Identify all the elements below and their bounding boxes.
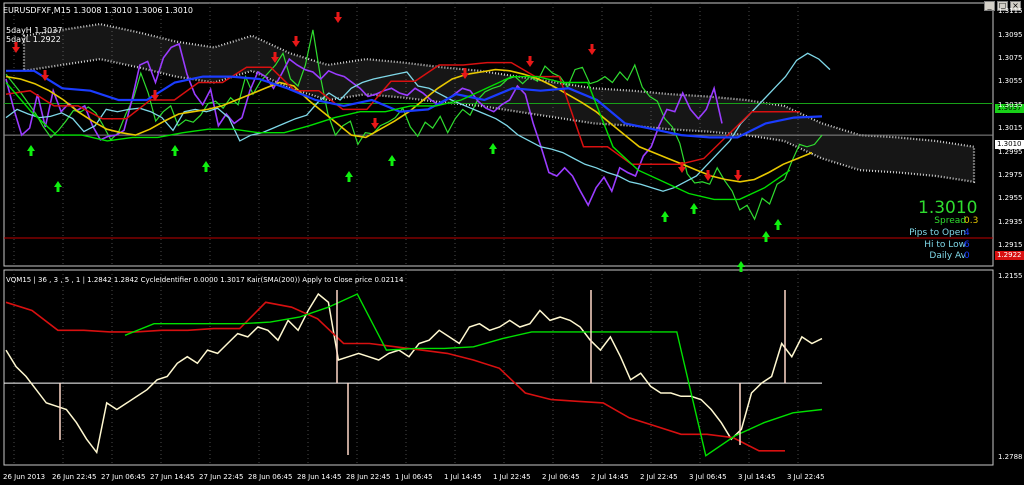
time-tick: 2 Jul 06:45 [542,473,580,481]
time-tick: 27 Jun 14:45 [150,473,195,481]
info-value-pips: 4 [964,228,970,238]
time-tick: 2 Jul 22:45 [640,473,678,481]
info-value-daily: 0 [964,251,970,261]
sell-arrow [734,170,742,181]
sell-arrow [334,12,342,23]
main-y-tick: 1.2915 [998,241,1023,250]
buy-arrow [690,203,698,214]
time-tick: 1 Jul 14:45 [444,473,482,481]
info-label-daily: Daily Av [929,251,966,261]
time-tick: 3 Jul 06:45 [689,473,727,481]
main-y-tick: 1.3075 [998,54,1023,63]
main-y-tick: 1.3055 [998,77,1023,86]
main-y-tick: 1.2975 [998,170,1023,179]
buy-arrow [774,219,782,230]
sell-arrow [292,36,300,47]
main-y-tick: 1.3095 [998,30,1023,39]
main-y-tick: 1.2955 [998,194,1023,203]
time-tick: 3 Jul 22:45 [787,473,825,481]
time-tick: 28 Jun 14:45 [297,473,342,481]
chart-window: _ □ × EURUSDFXF,M15 1.3008 1.3010 1.3006… [0,0,1024,485]
cloud-fill [24,24,974,182]
buy-arrow [388,155,396,166]
main-y-tick: 1.2935 [998,217,1023,226]
sub-y-tick: 1.2155 [998,272,1023,280]
main-y-tick: 1.2995 [998,147,1023,156]
time-tick: 27 Jun 22:45 [199,473,244,481]
info-label-pips: Pips to Open [909,228,966,238]
sell-arrow [371,118,379,129]
buy-arrow [54,181,62,192]
info-value-spread: 0.3 [964,216,979,226]
sub-series-green [124,293,823,457]
buy-arrow [661,211,669,222]
info-value-hilo: 6 [964,240,970,250]
day-high-label: 5dayH 1.3037 [6,26,63,35]
sub-series-red [5,301,785,452]
main-y-tick: 1.3035 [998,100,1023,109]
time-tick: 28 Jun 22:45 [346,473,391,481]
buy-arrow [27,145,35,156]
time-tick: 28 Jun 06:45 [248,473,293,481]
main-y-tick: 1.3115 [998,7,1023,16]
main-chart-header: EURUSDFXF,M15 1.3008 1.3010 1.3006 1.301… [3,6,194,15]
sub-chart-header: VQM15 | 36 , 3 , 5 , 1 | 1.2842 1.2842 C… [6,276,404,284]
sub-y-tick: 1.2788 [998,453,1023,461]
main-y-tick: 1.3015 [998,124,1023,133]
time-tick: 26 Jun 22:45 [52,473,97,481]
sell-arrow [704,170,712,181]
time-tick: 27 Jun 06:45 [101,473,146,481]
buy-arrow [171,145,179,156]
sell-arrow [526,56,534,67]
time-tick: 1 Jul 06:45 [395,473,433,481]
minimize-button[interactable]: _ [984,1,995,11]
sell-arrow [588,44,596,55]
buy-arrow [489,143,497,154]
time-tick: 3 Jul 14:45 [738,473,776,481]
buy-arrow [345,171,353,182]
price-box-low: 1.2922 [995,251,1024,260]
buy-arrow [762,231,770,242]
day-low-label: 5dayL 1.2922 [6,35,61,44]
time-tick: 26 Jun 2013 [3,473,46,481]
time-tick: 1 Jul 22:45 [493,473,531,481]
time-tick: 2 Jul 14:45 [591,473,629,481]
info-label-hilo: Hi to Low [924,240,966,250]
info-label-spread: Spread [934,216,966,226]
chart-canvas [3,2,994,466]
price-big: 1.3010 [918,198,978,218]
buy-arrow [202,161,210,172]
